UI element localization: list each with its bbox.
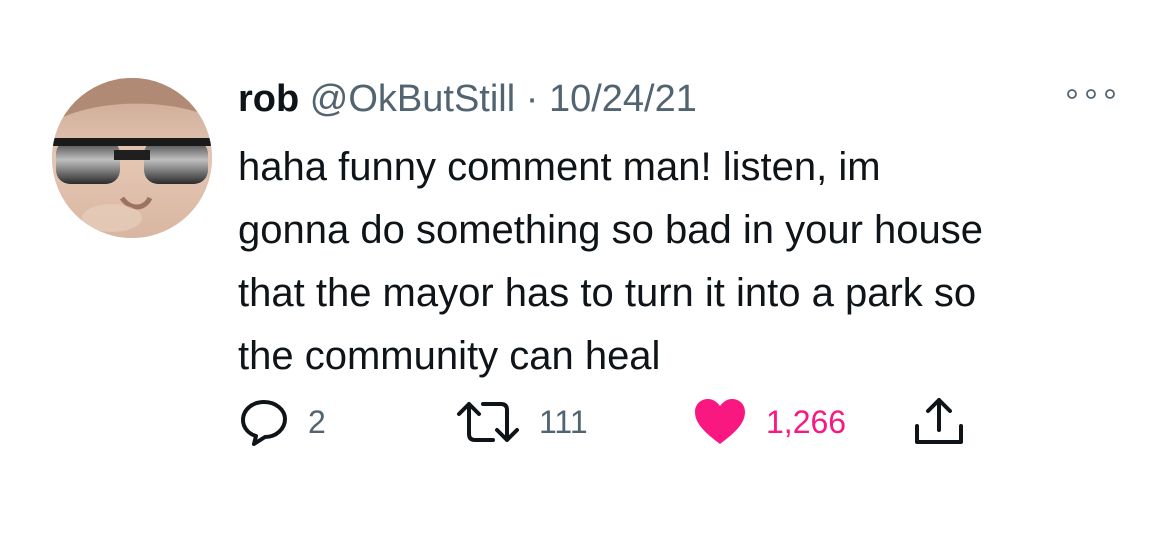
share-icon	[915, 398, 963, 444]
tweet-text-line: gonna do something so bad in your house	[238, 208, 983, 252]
share-button[interactable]	[912, 392, 966, 452]
retweet-icon	[457, 402, 519, 442]
avatar-image	[52, 78, 212, 238]
user-handle[interactable]: @OkButStill	[310, 78, 515, 120]
more-dots-icon[interactable]	[1064, 82, 1118, 106]
tweet-text-line: the community can heal	[238, 334, 661, 378]
reply-icon	[241, 400, 287, 446]
retweet-count: 111	[539, 403, 588, 440]
tweet-date[interactable]: 10/24/21	[549, 78, 697, 120]
like-count: 1,266	[766, 403, 847, 440]
tweet: rob @OkButStill · 10/24/21 haha funny co…	[0, 0, 1170, 545]
tweet-text: haha funny comment man! listen, im gonna…	[238, 136, 1138, 388]
reply-button[interactable]: 2	[238, 392, 326, 452]
tweet-text-line: haha funny comment man! listen, im	[238, 145, 881, 189]
reply-count: 2	[308, 403, 326, 440]
like-button[interactable]: 1,266	[692, 392, 846, 452]
tweet-header: rob @OkButStill · 10/24/21	[238, 76, 697, 122]
action-bar: 2 111 1,266	[0, 392, 1170, 452]
separator-dot: ·	[525, 78, 539, 120]
heart-icon	[695, 399, 745, 444]
tweet-text-line: that the mayor has to turn it into a par…	[238, 271, 977, 315]
avatar[interactable]	[52, 78, 212, 238]
retweet-button[interactable]: 111	[455, 392, 588, 452]
display-name[interactable]: rob	[238, 78, 299, 120]
